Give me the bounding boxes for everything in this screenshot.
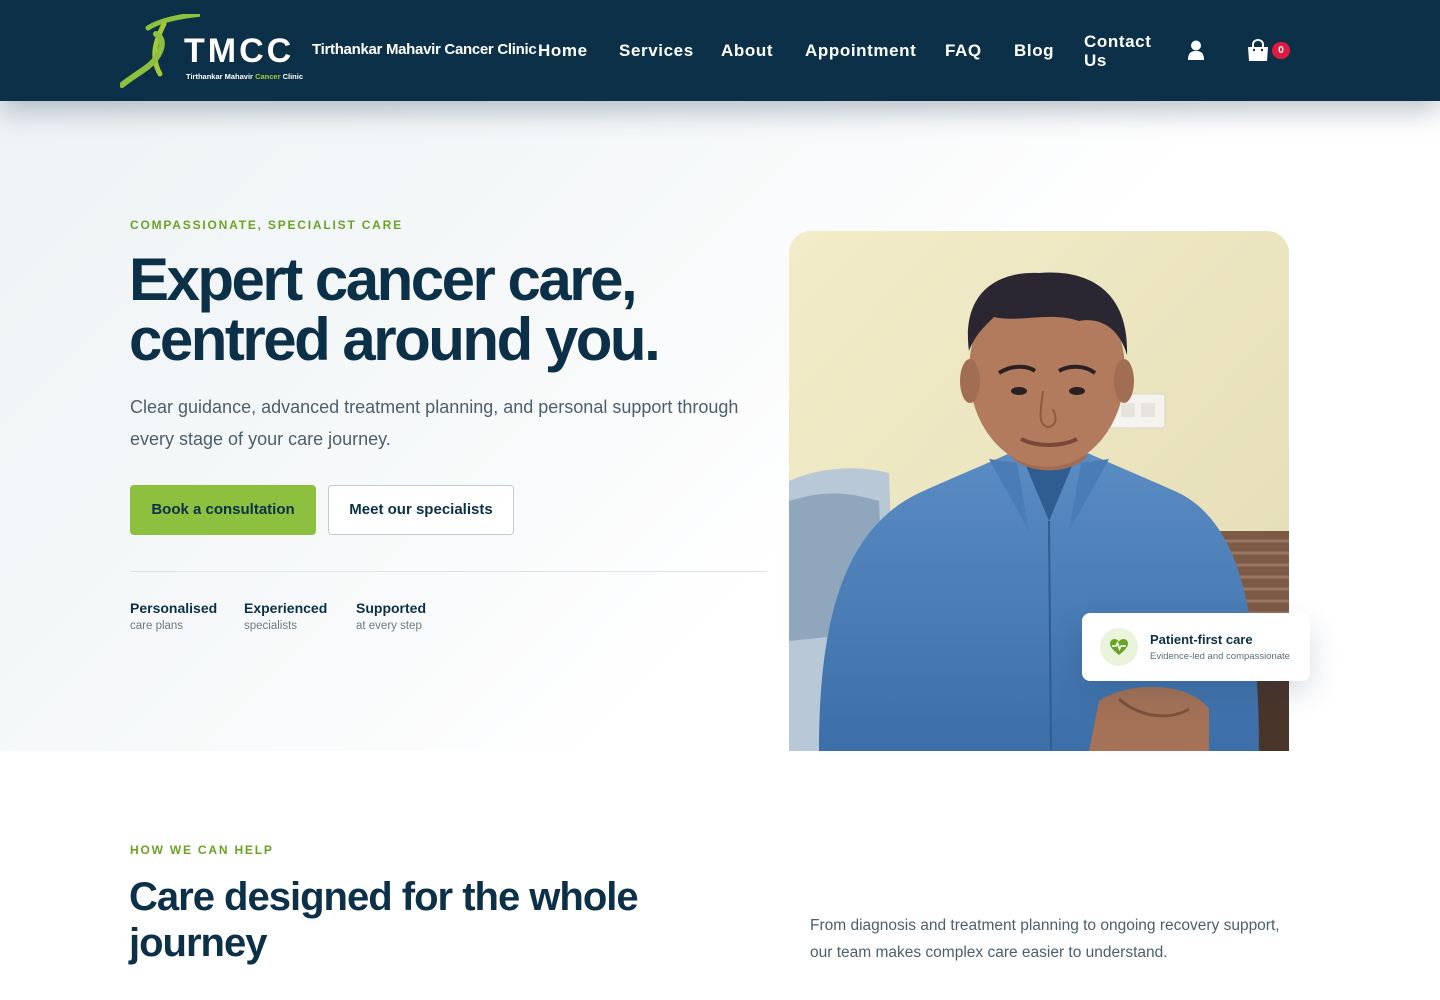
heartbeat-icon xyxy=(1100,628,1138,666)
card-title: Patient-first care xyxy=(1150,632,1253,647)
nav-blog[interactable]: Blog xyxy=(1014,41,1054,60)
help-title: Care designed for the whole journey xyxy=(129,875,639,965)
meet-specialists-button[interactable]: Meet our specialists xyxy=(328,485,514,535)
hero-divider xyxy=(130,571,767,572)
card-subtitle: Evidence-led and compassionate xyxy=(1150,651,1290,662)
shopping-bag-icon[interactable] xyxy=(1246,39,1270,62)
hero-eyebrow: COMPASSIONATE, SPECIALIST CARE xyxy=(130,218,403,232)
hero-title: Expert cancer care, centred around you. xyxy=(129,246,661,373)
feature-title: Personalised xyxy=(130,600,218,616)
nav-services[interactable]: Services xyxy=(619,41,694,60)
help-eyebrow: HOW WE CAN HELP xyxy=(130,843,274,857)
feature-title: Supported xyxy=(356,600,426,616)
brand-name[interactable]: Tirthankar Mahavir Cancer Clinic xyxy=(312,41,537,58)
book-consultation-button[interactable]: Book a consultation xyxy=(130,485,316,535)
nav-home[interactable]: Home xyxy=(538,41,588,60)
cart-count-badge: 0 xyxy=(1272,42,1290,59)
user-icon[interactable] xyxy=(1187,40,1205,60)
site-logo[interactable]: TMCC Tirthankar Mahavir Cancer Clinic xyxy=(120,14,305,88)
nav-about[interactable]: About xyxy=(721,41,773,60)
hero-description: Clear guidance, advanced treatment plann… xyxy=(130,397,739,449)
logo-wordmark: TMCC xyxy=(184,32,295,70)
nav-faq[interactable]: FAQ xyxy=(945,41,982,60)
nav-contact-us[interactable]: Contact Us xyxy=(1084,32,1164,70)
help-description: From diagnosis and treatment planning to… xyxy=(810,917,1280,961)
feature-subtitle: at every step xyxy=(356,620,422,632)
feature-subtitle: care plans xyxy=(130,620,184,632)
site-header: TMCC Tirthankar Mahavir Cancer Clinic Ti… xyxy=(0,0,1440,101)
feature-supported: Supported at every step xyxy=(356,600,426,633)
logo-subtitle: Tirthankar Mahavir Cancer Clinic xyxy=(186,72,304,81)
feature-subtitle: specialists xyxy=(244,620,298,632)
patient-first-card: Patient-first care Evidence-led and comp… xyxy=(1082,613,1310,681)
nav-appointment[interactable]: Appointment xyxy=(805,41,916,60)
feature-title: Experienced xyxy=(244,600,328,616)
feature-personalised: Personalised care plans xyxy=(130,600,217,633)
feature-experienced: Experienced specialists xyxy=(244,600,327,633)
